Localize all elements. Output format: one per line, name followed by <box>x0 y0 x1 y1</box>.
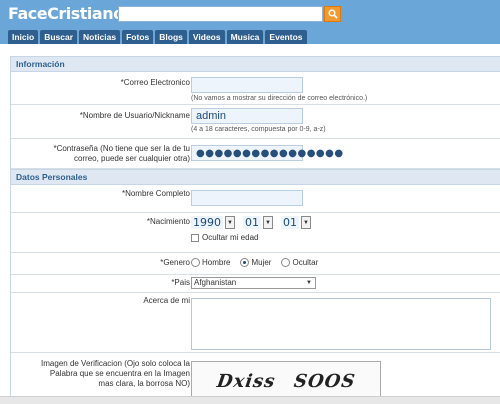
section-personal: Datos Personales <box>11 169 500 185</box>
search-input[interactable] <box>118 6 323 22</box>
email-field[interactable] <box>191 77 303 93</box>
captcha-label: Imagen de Verificacion (Ojo solo coloca … <box>41 359 190 388</box>
hide-age-label: Ocultar mi edad <box>202 233 259 242</box>
birth-year-value[interactable]: 1990 <box>191 216 223 229</box>
gender-ocultar-radio[interactable] <box>281 258 291 268</box>
about-label: Acerca de mi <box>143 296 190 305</box>
nav-inicio[interactable]: Inicio <box>8 30 39 44</box>
search-bar <box>118 6 342 22</box>
username-field[interactable]: admin <box>191 108 303 124</box>
fullname-label: *Nombre Completo <box>121 189 190 198</box>
password-label: *Contraseña (No tiene que ser la de tu c… <box>53 144 190 163</box>
captcha-image: Dxiss SOOS <box>191 361 381 401</box>
country-select[interactable]: Afghanistan ▼ <box>191 277 316 289</box>
captcha-word-2: SOOS <box>292 370 357 392</box>
month-dropdown-icon[interactable]: ▼ <box>263 216 273 229</box>
nav-fotos[interactable]: Fotos <box>122 30 154 44</box>
username-label: *Nombre de Usuario/Nickname <box>79 111 190 120</box>
birth-row: *Nacimiento 1990 ▼ 01 ▼ 01 ▼ Ocultar mi … <box>11 213 500 253</box>
gender-ocultar-label: Ocultar <box>292 258 319 267</box>
nav-buscar[interactable]: Buscar <box>40 30 78 44</box>
captcha-word-1: Dxiss <box>215 370 278 392</box>
main-nav: Inicio Buscar Noticias Fotos Blogs Video… <box>8 30 307 44</box>
nav-musica[interactable]: Musica <box>226 30 264 44</box>
gender-mujer-radio[interactable] <box>240 258 250 268</box>
country-row: *Pais Afghanistan ▼ <box>11 275 500 293</box>
birth-label: *Nacimiento <box>146 217 190 226</box>
nav-videos[interactable]: Videos <box>188 30 225 44</box>
site-header: FaceCristianos Inicio Buscar Noticias Fo… <box>0 0 500 44</box>
section-info: Información <box>11 56 500 72</box>
username-row: *Nombre de Usuario/Nickname admin (4 a 1… <box>11 105 500 139</box>
search-button[interactable] <box>324 6 341 22</box>
password-field[interactable]: ●●●●●●●●●●●●●●●● <box>191 145 343 161</box>
email-label: *Correo Electronico <box>120 78 190 87</box>
day-dropdown-icon[interactable]: ▼ <box>301 216 311 229</box>
search-icon <box>328 9 338 19</box>
nav-eventos[interactable]: Eventos <box>265 30 307 44</box>
country-label: *Pais <box>171 278 190 287</box>
site-logo[interactable]: FaceCristianos <box>8 4 133 23</box>
about-row: Acerca de mi <box>11 293 500 353</box>
chevron-down-icon: ▼ <box>306 280 312 286</box>
fullname-field[interactable] <box>191 190 303 206</box>
horizontal-scrollbar[interactable] <box>0 396 500 404</box>
registration-form: Información *Correo Electronico (No vamo… <box>10 56 500 404</box>
gender-mujer-label: Mujer <box>251 258 272 267</box>
email-help: (No vamos a mostrar su dirección de corr… <box>191 95 368 102</box>
hide-age-checkbox[interactable] <box>191 233 199 242</box>
year-dropdown-icon[interactable]: ▼ <box>225 216 235 229</box>
nav-noticias[interactable]: Noticias <box>79 30 121 44</box>
birth-month-value[interactable]: 01 <box>243 216 261 229</box>
birth-selects: 1990 ▼ 01 ▼ 01 ▼ <box>191 216 317 229</box>
gender-hombre-radio[interactable] <box>191 258 200 268</box>
gender-hombre-label: Hombre <box>202 258 231 267</box>
password-row: *Contraseña (No tiene que ser la de tu c… <box>11 139 500 169</box>
fullname-row: *Nombre Completo <box>11 185 500 213</box>
country-value: Afghanistan <box>194 278 237 287</box>
about-textarea[interactable] <box>191 298 491 350</box>
gender-row: *Genero Hombre Mujer Ocultar <box>11 253 500 275</box>
username-help: (4 a 18 caracteres, compuesta por 0-9, a… <box>191 126 326 133</box>
birth-day-value[interactable]: 01 <box>281 216 299 229</box>
nav-blogs[interactable]: Blogs <box>155 30 187 44</box>
gender-label: *Genero <box>160 258 190 267</box>
email-row: *Correo Electronico (No vamos a mostrar … <box>11 72 500 105</box>
